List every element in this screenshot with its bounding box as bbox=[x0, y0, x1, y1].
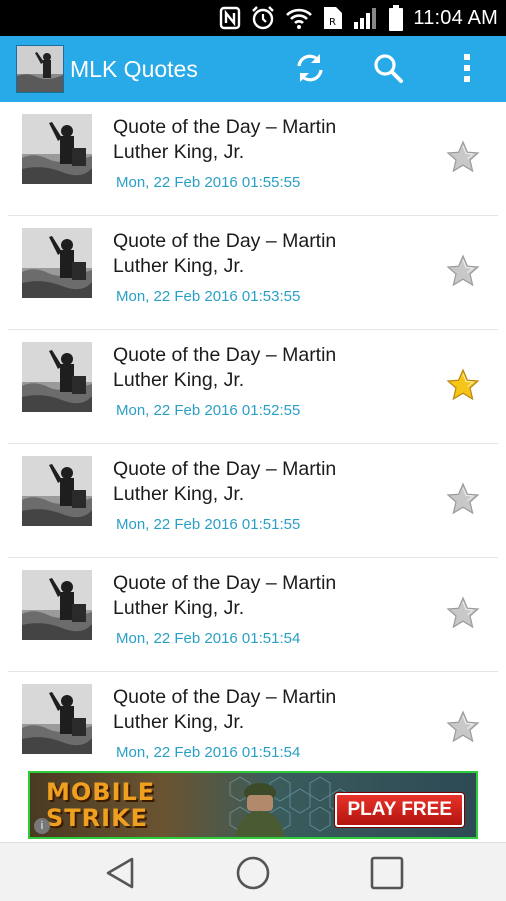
favorite-star-button[interactable] bbox=[446, 368, 480, 402]
quote-date: Mon, 22 Feb 2016 01:51:54 bbox=[116, 744, 301, 761]
list-item[interactable]: Quote of the Day – Martin Luther King, J… bbox=[8, 444, 498, 558]
quote-title: Quote of the Day – Martin Luther King, J… bbox=[113, 230, 337, 277]
alarm-icon bbox=[250, 5, 276, 31]
quote-date: Mon, 22 Feb 2016 01:55:55 bbox=[116, 174, 301, 191]
quote-date: Mon, 22 Feb 2016 01:52:55 bbox=[116, 402, 301, 419]
star-icon bbox=[446, 254, 480, 287]
nfc-icon bbox=[219, 6, 241, 30]
favorite-star-button[interactable] bbox=[446, 710, 480, 744]
quote-thumbnail bbox=[22, 342, 92, 412]
favorite-star-button[interactable] bbox=[446, 596, 480, 630]
ad-brand: MOBILE STRIKE bbox=[46, 778, 156, 832]
wifi-icon bbox=[285, 6, 313, 30]
favorite-star-button[interactable] bbox=[446, 140, 480, 174]
ad-banner[interactable]: MOBILE STRIKE PLAY FREE i bbox=[28, 771, 478, 839]
star-icon bbox=[446, 482, 480, 515]
quote-list[interactable]: Quote of the Day – Martin Luther King, J… bbox=[0, 102, 506, 770]
quote-date: Mon, 22 Feb 2016 01:53:55 bbox=[116, 288, 301, 305]
favorite-star-button[interactable] bbox=[446, 482, 480, 516]
quote-thumbnail bbox=[22, 684, 92, 754]
quote-title: Quote of the Day – Martin Luther King, J… bbox=[113, 572, 337, 619]
battery-icon bbox=[388, 4, 404, 32]
refresh-icon bbox=[293, 51, 327, 90]
quote-date: Mon, 22 Feb 2016 01:51:55 bbox=[116, 516, 301, 533]
overflow-menu-button[interactable] bbox=[447, 50, 487, 90]
navigation-bar bbox=[0, 842, 506, 901]
ad-soldier-image bbox=[235, 783, 285, 837]
list-item[interactable]: Quote of the Day – Martin Luther King, J… bbox=[8, 558, 498, 672]
app-bar: MLK Quotes bbox=[0, 36, 506, 102]
quote-title: Quote of the Day – Martin Luther King, J… bbox=[113, 686, 337, 733]
star-icon bbox=[446, 710, 480, 743]
back-icon bbox=[106, 857, 134, 889]
star-icon bbox=[446, 140, 480, 173]
quote-title: Quote of the Day – Martin Luther King, J… bbox=[113, 458, 337, 505]
recents-icon bbox=[370, 856, 404, 890]
status-bar: R 11:04 AM bbox=[0, 0, 506, 36]
quote-thumbnail bbox=[22, 570, 92, 640]
back-button[interactable] bbox=[98, 851, 142, 895]
app-logo bbox=[16, 45, 64, 93]
quote-title: Quote of the Day – Martin Luther King, J… bbox=[113, 344, 337, 391]
svg-text:R: R bbox=[329, 17, 336, 28]
quote-thumbnail bbox=[22, 228, 92, 298]
list-item[interactable]: Quote of the Day – Martin Luther King, J… bbox=[8, 672, 498, 770]
refresh-button[interactable] bbox=[290, 50, 330, 90]
home-button[interactable] bbox=[231, 851, 275, 895]
star-icon bbox=[446, 596, 480, 629]
list-item[interactable]: Quote of the Day – Martin Luther King, J… bbox=[8, 102, 498, 216]
search-button[interactable] bbox=[368, 50, 408, 90]
quote-date: Mon, 22 Feb 2016 01:51:54 bbox=[116, 630, 301, 647]
home-icon bbox=[236, 856, 270, 890]
quote-thumbnail bbox=[22, 456, 92, 526]
search-icon bbox=[371, 51, 405, 90]
quote-thumbnail bbox=[22, 114, 92, 184]
recents-button[interactable] bbox=[365, 851, 409, 895]
signal-icon bbox=[353, 6, 379, 30]
quote-title: Quote of the Day – Martin Luther King, J… bbox=[113, 116, 337, 163]
list-item[interactable]: Quote of the Day – Martin Luther King, J… bbox=[8, 216, 498, 330]
app-title: MLK Quotes bbox=[70, 56, 198, 82]
ad-play-free-button[interactable]: PLAY FREE bbox=[335, 793, 464, 827]
ad-info-icon[interactable]: i bbox=[34, 818, 50, 834]
overflow-menu-icon bbox=[462, 52, 472, 89]
star-icon bbox=[446, 368, 480, 401]
sim-icon: R bbox=[322, 5, 344, 31]
favorite-star-button[interactable] bbox=[446, 254, 480, 288]
list-item[interactable]: Quote of the Day – Martin Luther King, J… bbox=[8, 330, 498, 444]
status-time: 11:04 AM bbox=[413, 6, 498, 29]
